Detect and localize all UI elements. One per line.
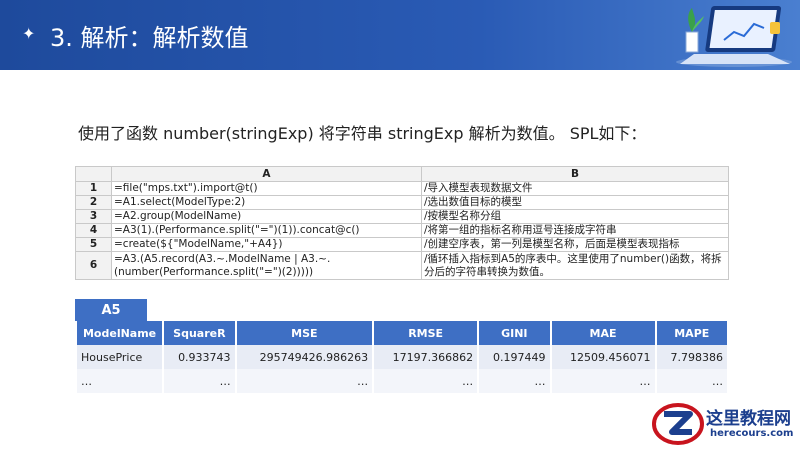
- code-grid: A B 1 =file("mps.txt").import@t() /导入模型表…: [75, 166, 729, 280]
- table-row: HousePrice 0.933743 295749426.986263 171…: [77, 345, 727, 369]
- table-cell: …: [479, 369, 550, 393]
- result-table: ModelName SquareR MSE RMSE GINI MAE MAPE…: [75, 321, 729, 393]
- cell-b[interactable]: /创建空序表，第一列是模型名称，后面是模型表现指标: [421, 237, 729, 252]
- col-header: SquareR: [164, 321, 235, 345]
- row-number: 2: [75, 195, 112, 210]
- table-cell: …: [374, 369, 478, 393]
- table-cell: HousePrice: [77, 345, 163, 369]
- cell-a[interactable]: =A3(1).(Performance.split("=")(1)).conca…: [111, 223, 422, 238]
- col-header: MAPE: [656, 321, 727, 345]
- col-header: MAE: [551, 321, 655, 345]
- cell-b[interactable]: /将第一组的指标名称用逗号连接成字符串: [421, 223, 729, 238]
- row-number: 3: [75, 209, 112, 224]
- cell-b[interactable]: /循环插入指标到A5的序表中。这里使用了number()函数，将拆分后的字符串转…: [421, 251, 729, 280]
- row-number: 6: [75, 251, 112, 280]
- result-label: A5: [75, 299, 147, 321]
- cell-a[interactable]: =file("mps.txt").import@t(): [111, 181, 422, 196]
- site-logo: 这里教程网 herecours.com: [652, 400, 798, 448]
- table-cell: 7.798386: [656, 345, 727, 369]
- logo-mark-icon: [652, 403, 704, 445]
- code-row: 2 =A1.select(ModelType:2) /选出数值目标的模型: [75, 195, 729, 210]
- table-cell: 17197.366862: [374, 345, 478, 369]
- table-cell: 12509.456071: [551, 345, 655, 369]
- code-row: 3 =A2.group(ModelName) /按模型名称分组: [75, 209, 729, 224]
- table-cell: …: [236, 369, 373, 393]
- col-header: MSE: [236, 321, 373, 345]
- col-header-a: A: [111, 166, 422, 182]
- table-cell: …: [164, 369, 235, 393]
- col-header: GINI: [479, 321, 550, 345]
- corner-cell: [75, 166, 112, 182]
- header-bar: ✦ 3. 解析：解析数值: [0, 0, 800, 70]
- intro-text: 使用了函数 number(stringExp) 将字符串 stringExp 解…: [78, 124, 647, 143]
- cell-a[interactable]: =A2.group(ModelName): [111, 209, 422, 224]
- col-header-b: B: [421, 166, 729, 182]
- row-number: 1: [75, 181, 112, 196]
- logo-url: herecours.com: [710, 428, 794, 439]
- row-number: 4: [75, 223, 112, 238]
- table-cell: …: [656, 369, 727, 393]
- row-number: 5: [75, 237, 112, 252]
- table-row: … … … … … … …: [77, 369, 727, 393]
- sparkle-icon: ✦: [22, 24, 36, 43]
- table-cell: 295749426.986263: [236, 345, 373, 369]
- cell-a[interactable]: =A3.(A5.record(A3.~.ModelName | A3.~.(nu…: [111, 251, 422, 280]
- code-row: 6 =A3.(A5.record(A3.~.ModelName | A3.~.(…: [75, 251, 729, 280]
- laptop-illustration-icon: [676, 6, 792, 67]
- col-header: RMSE: [374, 321, 478, 345]
- code-row: 4 =A3(1).(Performance.split("=")(1)).con…: [75, 223, 729, 238]
- cell-b[interactable]: /导入模型表现数据文件: [421, 181, 729, 196]
- slide-title: 3. 解析：解析数值: [50, 24, 249, 52]
- code-row: 1 =file("mps.txt").import@t() /导入模型表现数据文…: [75, 181, 729, 196]
- table-cell: …: [77, 369, 163, 393]
- table-cell: …: [551, 369, 655, 393]
- logo-text: 这里教程网: [706, 409, 791, 429]
- table-cell: 0.933743: [164, 345, 235, 369]
- cell-b[interactable]: /按模型名称分组: [421, 209, 729, 224]
- code-row: 5 =create(${"ModelName,"+A4}) /创建空序表，第一列…: [75, 237, 729, 252]
- table-cell: 0.197449: [479, 345, 550, 369]
- cell-b[interactable]: /选出数值目标的模型: [421, 195, 729, 210]
- col-header: ModelName: [77, 321, 163, 345]
- cell-a[interactable]: =create(${"ModelName,"+A4}): [111, 237, 422, 252]
- cell-a[interactable]: =A1.select(ModelType:2): [111, 195, 422, 210]
